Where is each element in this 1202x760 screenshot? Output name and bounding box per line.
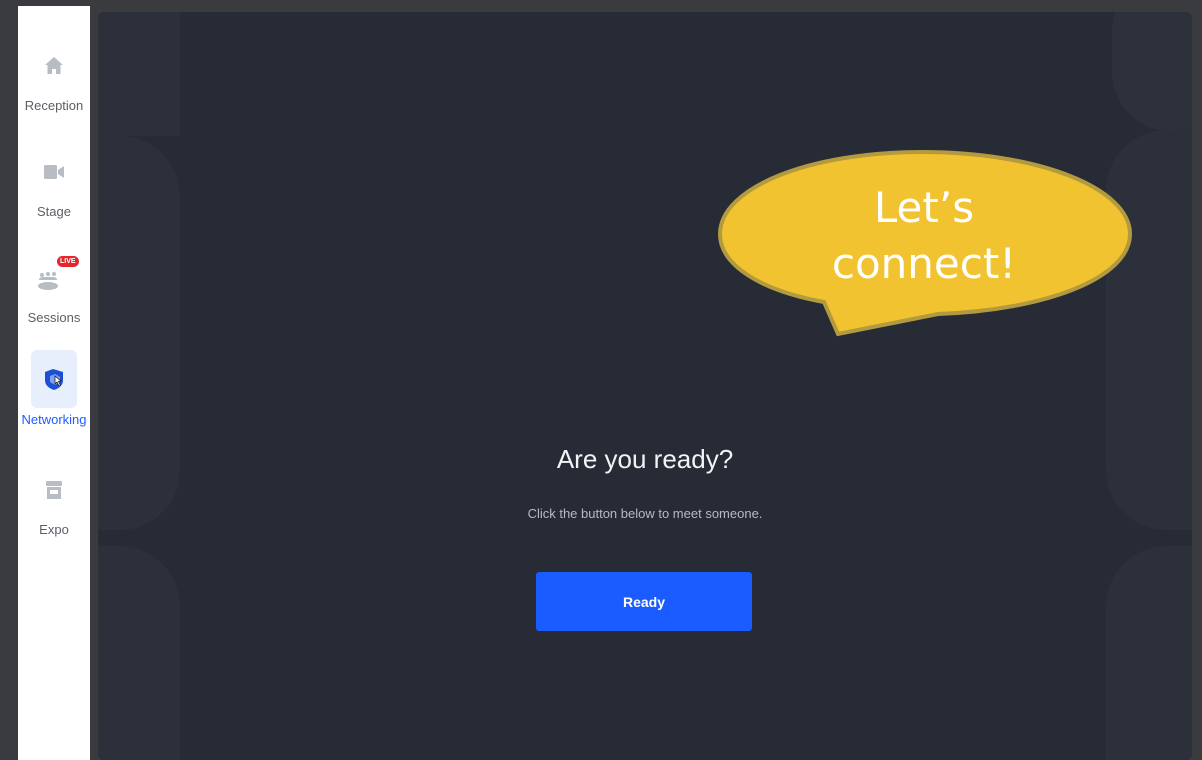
sidebar-item-reception[interactable]: Reception xyxy=(18,38,90,113)
sidebar-nav: Reception Stage LIVE Sessions Networking… xyxy=(18,6,90,760)
sidebar-item-label: Expo xyxy=(39,522,69,537)
ready-button[interactable]: Ready xyxy=(536,572,752,631)
page-subtitle: Click the button below to meet someone. xyxy=(527,506,763,521)
background-shape xyxy=(98,546,180,760)
background-shape xyxy=(1112,12,1192,132)
background-shape xyxy=(98,12,180,136)
home-icon xyxy=(31,38,77,94)
sidebar-item-label: Networking xyxy=(21,412,87,427)
sidebar-item-networking[interactable]: Networking xyxy=(14,350,94,427)
sidebar-item-label: Reception xyxy=(24,98,84,113)
callout-text: Let’s connect! xyxy=(780,180,1068,292)
app-window: Reception Stage LIVE Sessions Networking… xyxy=(0,0,1202,760)
callout-line: connect! xyxy=(831,239,1017,288)
live-badge: LIVE xyxy=(57,256,79,267)
booth-icon xyxy=(31,462,77,518)
networking-panel: Are you ready? Click the button below to… xyxy=(98,12,1192,760)
background-shape xyxy=(1106,546,1192,760)
callout-line: Let’s xyxy=(873,183,975,232)
video-camera-icon xyxy=(31,144,77,200)
page-title: Are you ready? xyxy=(556,444,734,474)
sidebar-item-label: Sessions xyxy=(27,310,81,325)
audience-icon: LIVE xyxy=(31,250,79,306)
sidebar-item-label: Stage xyxy=(37,204,71,219)
sidebar-item-expo[interactable]: Expo xyxy=(18,462,90,537)
sidebar-item-stage[interactable]: Stage xyxy=(18,144,90,219)
networking-hand-icon xyxy=(31,350,77,408)
sidebar-item-sessions[interactable]: LIVE Sessions xyxy=(18,250,90,325)
